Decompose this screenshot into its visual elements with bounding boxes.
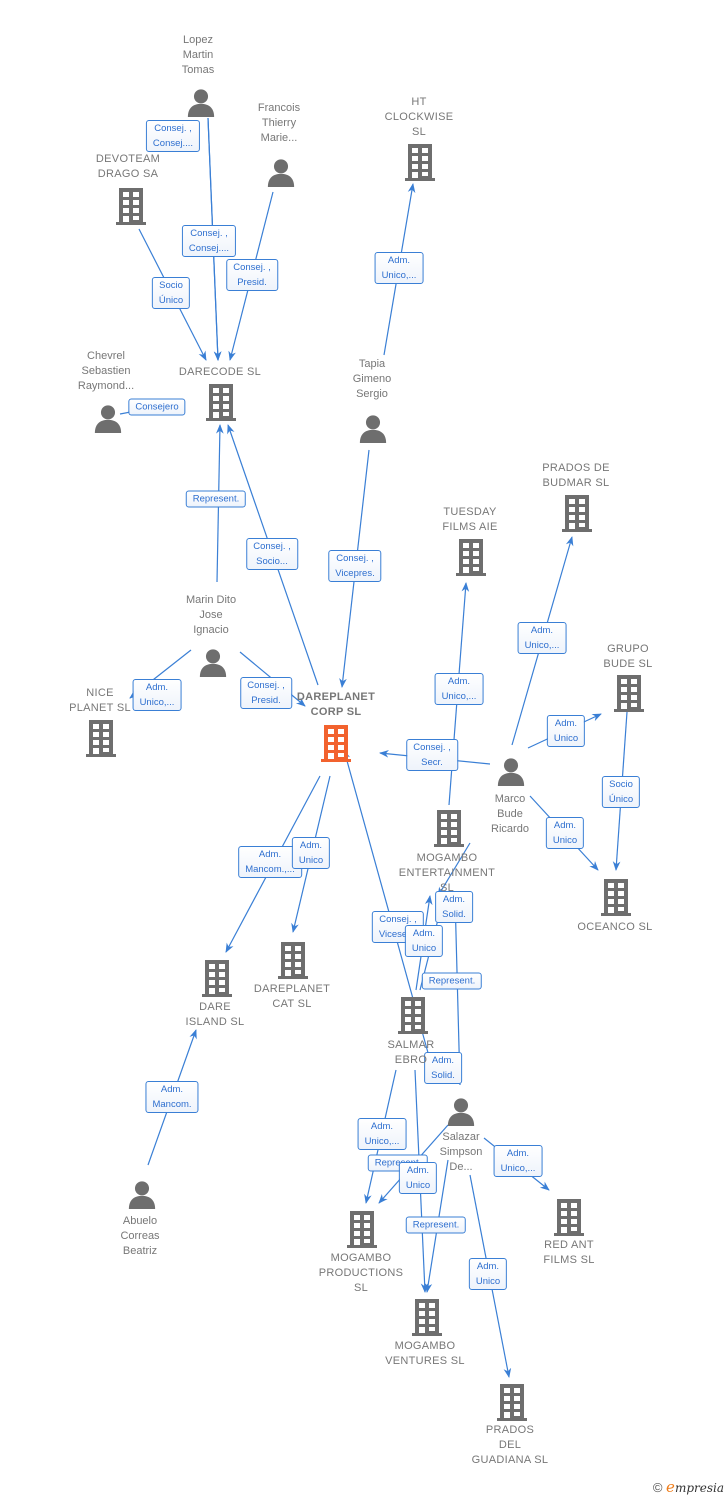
node-label-abuelo[interactable]: Abuelo Correas Beatriz xyxy=(120,1214,159,1259)
node-label-mogambovent[interactable]: MOGAMBO VENTURES SL xyxy=(385,1339,465,1369)
edge-label-francois-to-darecode[interactable]: Consej. , Presid. xyxy=(226,259,278,291)
edge-label-salmar-to-mogamboent[interactable]: Represent. xyxy=(421,972,483,990)
edge-label-marco-to-pradosbudmar[interactable]: Adm. Unico,... xyxy=(517,622,567,654)
node-label-htclock[interactable]: HT CLOCKWISE SL xyxy=(385,95,454,140)
node-label-dareisland[interactable]: DARE ISLAND SL xyxy=(186,1000,245,1030)
person-icon-abuelo[interactable] xyxy=(128,1181,156,1209)
edge-label-salazar-to-pradosguadiana[interactable]: Adm. Unico xyxy=(468,1258,508,1290)
edge-label-lopez-to-darecode[interactable]: Consej. , Consej.... xyxy=(145,120,201,152)
building-icon-mogambovent[interactable] xyxy=(412,1299,442,1336)
building-icon-tuesday[interactable] xyxy=(456,539,486,576)
node-label-pradosguadiana[interactable]: PRADOS DEL GUADIANA SL xyxy=(472,1423,549,1468)
node-label-salazar[interactable]: Salazar Simpson De... xyxy=(440,1130,483,1175)
person-icon-marin[interactable] xyxy=(199,649,227,677)
node-label-tapia[interactable]: Tapia Gimeno Sergio xyxy=(353,357,392,402)
node-label-darecode[interactable]: DARECODE SL xyxy=(179,365,261,380)
edge-label-marin-to-niceplanet[interactable]: Adm. Unico,... xyxy=(132,679,182,711)
person-icon-francois[interactable] xyxy=(267,159,295,187)
node-label-grupobude[interactable]: GRUPO BUDE SL xyxy=(603,642,652,672)
edge-label-mogamboent-to-tuesday[interactable]: Adm. Unico,... xyxy=(434,673,484,705)
building-icon-htclock[interactable] xyxy=(405,144,435,181)
node-label-oceanco[interactable]: OCEANCO SL xyxy=(577,920,652,935)
edge-label-marco-to-oceanco[interactable]: Adm. Unico xyxy=(545,817,585,849)
edge-label-dareplanet-to-dareplanetcat[interactable]: Adm. Unico xyxy=(291,837,331,869)
building-icon-dareisland[interactable] xyxy=(202,960,232,997)
edge-label-grupobude-to-oceanco[interactable]: Socio Único xyxy=(601,776,641,808)
edge-label-dareplanet-to-darecode[interactable]: Consej. , Socio... xyxy=(246,538,298,570)
edge-label-marco-to-grupobude[interactable]: Adm. Unico xyxy=(546,715,586,747)
edges-layer xyxy=(119,117,628,1378)
node-label-devoteam[interactable]: DEVOTEAM DRAGO SA xyxy=(96,152,160,182)
node-label-chevrel[interactable]: Chevrel Sebastien Raymond... xyxy=(78,349,134,394)
building-icon-devoteam[interactable] xyxy=(116,188,146,225)
person-icon-chevrel[interactable] xyxy=(94,405,122,433)
building-icon-salmar[interactable] xyxy=(398,997,428,1034)
person-icon-salazar[interactable] xyxy=(447,1098,475,1126)
node-label-marin[interactable]: Marin Dito Jose Ignacio xyxy=(186,593,236,638)
node-label-dareplanet[interactable]: DAREPLANET CORP SL xyxy=(297,690,375,720)
copyright-symbol: © xyxy=(652,1480,663,1495)
edge-label-salmar-to-mogambovent[interactable]: Represent. xyxy=(405,1216,467,1234)
building-icon-redant[interactable] xyxy=(554,1199,584,1236)
edge-label-abuelo-to-dareisland[interactable]: Adm. Mancom. xyxy=(145,1081,199,1113)
building-icon-mogamboprod[interactable] xyxy=(347,1211,377,1248)
node-label-mogamboent[interactable]: MOGAMBO ENTERTAINMENT SL xyxy=(399,851,495,896)
node-label-mogamboprod[interactable]: MOGAMBO PRODUCTIONS SL xyxy=(319,1251,404,1296)
copyright-footer: © empresia xyxy=(653,1478,724,1496)
edge-label-marco-to-dareplanet[interactable]: Consej. , Secr. xyxy=(406,739,458,771)
edge-label-marin-to-dareplanet[interactable]: Consej. , Presid. xyxy=(240,677,292,709)
edge-label-devoteam-to-darecode[interactable]: Socio Único xyxy=(151,277,191,309)
node-label-redant[interactable]: RED ANT FILMS SL xyxy=(543,1238,594,1268)
edge-label-salmar-to-mogamboprod[interactable]: Adm. Unico,... xyxy=(357,1118,407,1150)
node-label-niceplanet[interactable]: NICE PLANET SL xyxy=(69,686,131,716)
empresia-logo[interactable]: empresia xyxy=(666,1478,724,1496)
edge-label-salmar-to-mogamboent[interactable]: Adm. Unico xyxy=(404,925,444,957)
edge-label-salazar-to-mogamboprod[interactable]: Adm. Unico xyxy=(398,1162,438,1194)
edge-label-salazar-to-redant[interactable]: Adm. Unico,... xyxy=(493,1145,543,1177)
node-label-lopez[interactable]: Lopez Martin Tomas xyxy=(182,33,214,78)
node-label-tuesday[interactable]: TUESDAY FILMS AIE xyxy=(442,505,497,535)
edge-label-tapia-to-htclock[interactable]: Adm. Unico,... xyxy=(374,252,424,284)
building-icon-pradosbudmar[interactable] xyxy=(562,495,592,532)
building-icon-dareplanetcat[interactable] xyxy=(278,942,308,979)
node-label-salmar[interactable]: SALMAR EBRO xyxy=(387,1038,434,1068)
edge-label-marin-to-darecode[interactable]: Represent. xyxy=(185,490,247,508)
building-icon-mogamboent[interactable] xyxy=(434,810,464,847)
person-icon-marco[interactable] xyxy=(497,758,525,786)
edge-label-lopez-to-darecode[interactable]: Consej. , Consej.... xyxy=(181,225,237,257)
node-label-marco[interactable]: Marco Bude Ricardo xyxy=(491,792,529,837)
building-icon-pradosguadiana[interactable] xyxy=(497,1384,527,1421)
node-label-francois[interactable]: Francois Thierry Marie... xyxy=(258,101,300,146)
edge-label-tapia-to-dareplanet[interactable]: Consej. , Vicepres. xyxy=(328,550,382,582)
node-label-dareplanetcat[interactable]: DAREPLANET CAT SL xyxy=(254,982,330,1012)
node-label-pradosbudmar[interactable]: PRADOS DE BUDMAR SL xyxy=(542,461,610,491)
building-icon-darecode[interactable] xyxy=(206,384,236,421)
edge-label-chevrel-to-darecode[interactable]: Consejero xyxy=(128,398,186,416)
building-icon-grupobude[interactable] xyxy=(614,675,644,712)
building-icon-oceanco[interactable] xyxy=(601,879,631,916)
person-icon-tapia[interactable] xyxy=(359,415,387,443)
person-icon-lopez[interactable] xyxy=(187,89,215,117)
building-icon-dareplanet[interactable] xyxy=(321,725,351,762)
building-icon-niceplanet[interactable] xyxy=(86,720,116,757)
